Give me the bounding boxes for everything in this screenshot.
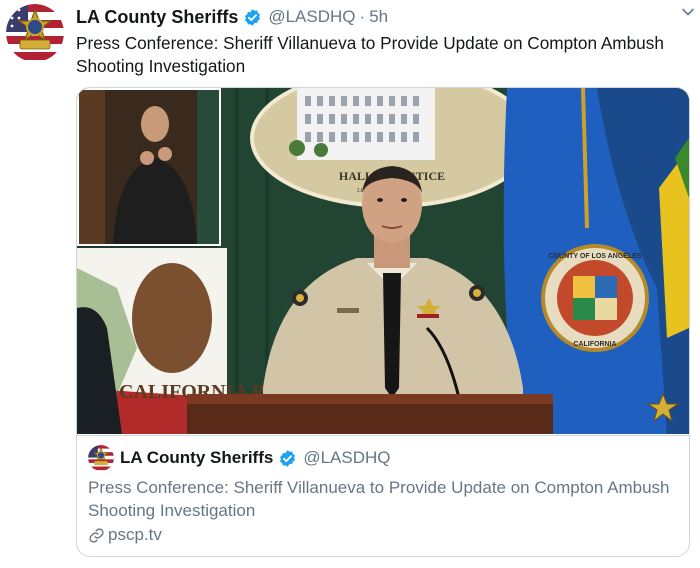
county-seal-text: COUNTY OF LOS ANGELES (549, 253, 642, 260)
tweet-header: LA County Sheriffs @LASDHQ · 5h (76, 5, 690, 29)
card-body[interactable]: LA County Sheriffs @LASDHQ Press Confere… (77, 435, 689, 556)
card-author-handle: @LASDHQ (303, 448, 391, 467)
card-description: Press Conference: Sheriff Villanueva to … (88, 478, 670, 520)
author-handle[interactable]: @LASDHQ (268, 7, 355, 27)
link-icon (88, 527, 105, 544)
verified-badge-icon (243, 8, 262, 27)
sheriff-badge-avatar-icon (6, 4, 64, 62)
card-author-name: LA County Sheriffs (120, 448, 274, 467)
card-author-avatar (88, 445, 114, 471)
county-seal-text-bottom: CALIFORNIA (573, 341, 616, 348)
card-media-image[interactable]: HALL OF JUSTICE LOS ANGELES COUNTY OF LO… (77, 88, 689, 434)
verified-badge-icon (278, 449, 297, 468)
sheriff-badge-avatar-icon (88, 445, 114, 471)
link-card[interactable]: HALL OF JUSTICE LOS ANGELES COUNTY OF LO… (76, 87, 690, 557)
author-name[interactable]: LA County Sheriffs (76, 7, 238, 28)
tweet-timestamp[interactable]: 5h (369, 7, 388, 27)
author-avatar[interactable] (6, 4, 64, 62)
chevron-down-icon[interactable] (680, 4, 696, 20)
separator-dot: · (359, 7, 366, 26)
tweet-text: Press Conference: Sheriff Villanueva to … (76, 33, 664, 76)
press-conference-video-frame: HALL OF JUSTICE LOS ANGELES COUNTY OF LO… (77, 88, 689, 434)
card-header: LA County Sheriffs @LASDHQ (88, 445, 391, 471)
card-link-text[interactable]: pscp.tv (108, 525, 162, 545)
card-link[interactable]: pscp.tv (88, 525, 162, 545)
